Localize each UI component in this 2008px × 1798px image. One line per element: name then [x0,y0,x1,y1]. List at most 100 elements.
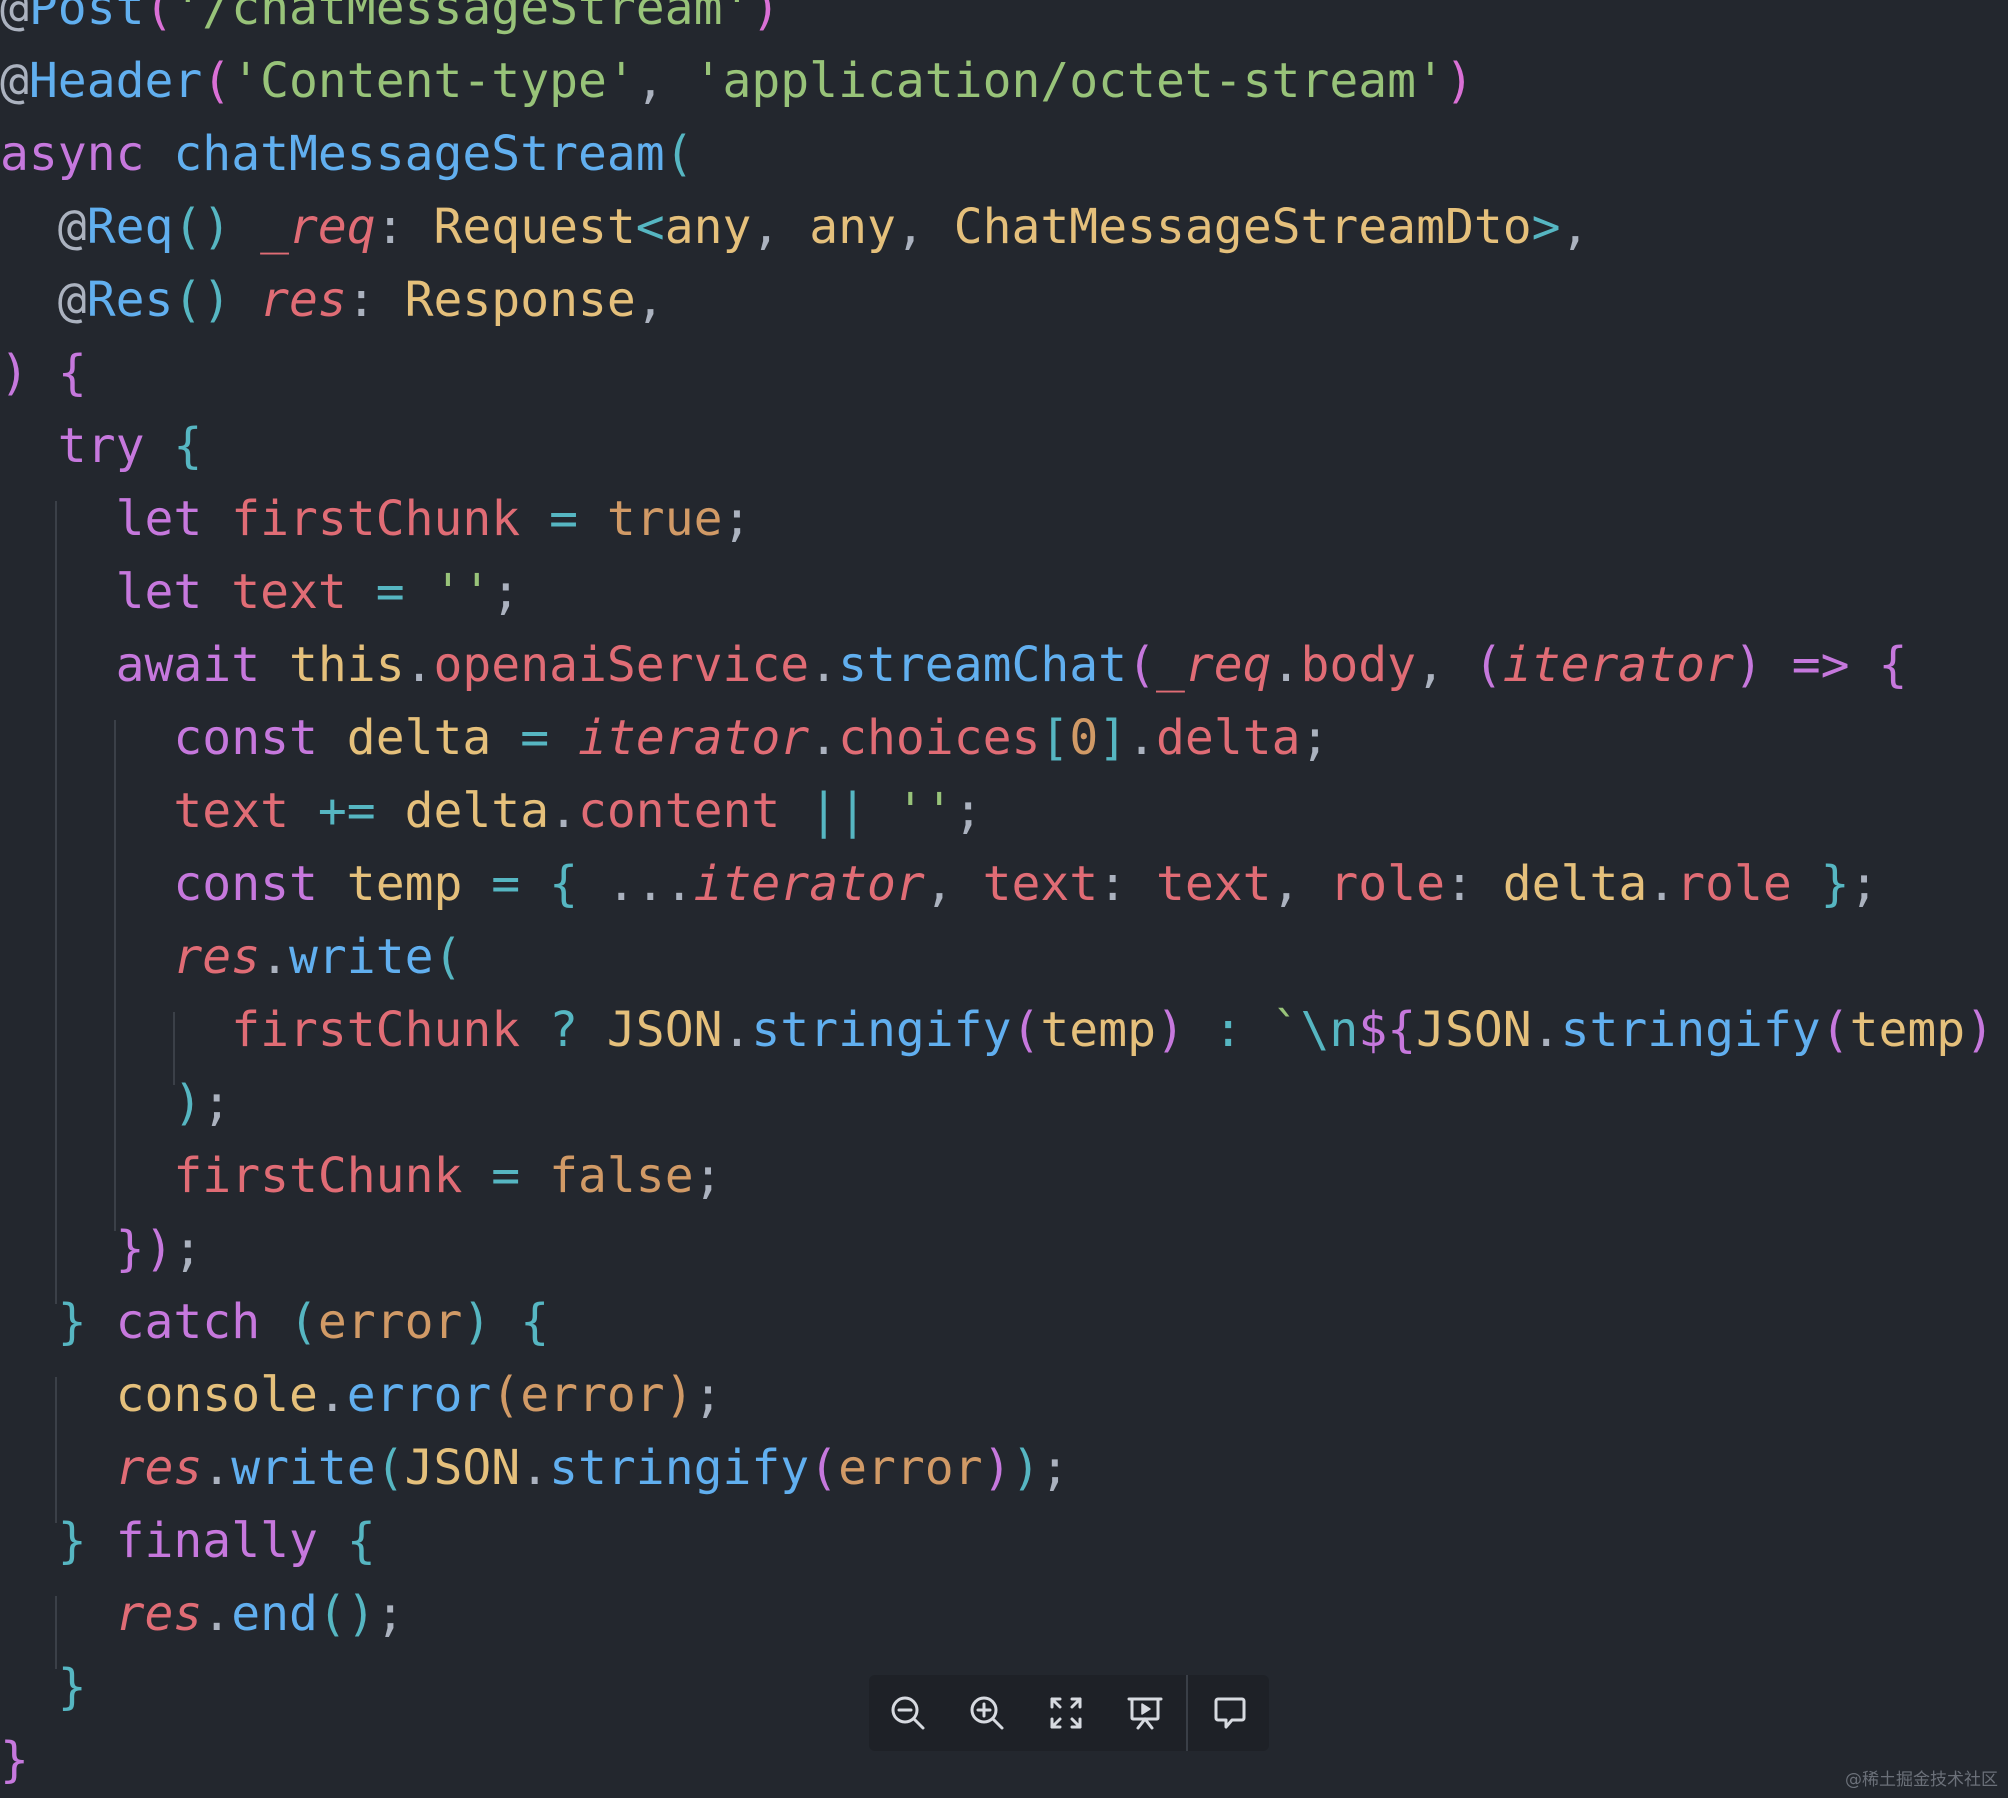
code-token: . [809,710,839,766]
code-token: Request [433,199,636,255]
code-token: temp [1849,1002,1966,1058]
code-line: @Post('/chatMessageStream') [0,0,780,45]
code-line: let firstChunk = true; [0,483,752,556]
zoom-in-button[interactable] [948,1675,1027,1751]
code-token: => [1791,637,1850,693]
code-token: ; [173,1221,203,1277]
code-token: delta [1156,710,1301,766]
code-token: ] [1098,710,1128,766]
code-token: text [173,783,289,839]
code-token: . [1271,637,1301,693]
code-token: } [57,1513,87,1569]
code-line: await this.openaiService.streamChat(_req… [0,629,1908,702]
code-token: . [260,929,289,985]
present-button[interactable] [1105,1675,1184,1751]
code-token: openaiService [433,637,810,693]
code-token: . [520,1440,550,1496]
code-token: ( [491,1367,521,1423]
code-token: await [115,637,261,693]
comment-button[interactable] [1190,1675,1269,1751]
code-token: 0 [1069,710,1099,766]
code-token: ) [664,1367,694,1423]
code-line: async chatMessageStream( [0,118,694,191]
code-line: let text = ''; [0,556,521,629]
code-token: this [289,637,405,693]
code-token: @ [57,199,87,255]
code-token: '' [895,783,954,839]
code-token: iterator [578,710,810,766]
code-token: ( [1473,637,1503,693]
code-token: ... [578,856,694,912]
code-token: ( [664,126,694,182]
code-token: , [1560,199,1590,255]
code-token: += [317,783,376,839]
code-token: ; [722,491,752,547]
code-token: stringify [751,1002,1012,1058]
code-token: '/chatMessageStream' [173,0,752,36]
code-token: ) [751,0,781,36]
zoom-out-button[interactable] [869,1675,948,1751]
code-token: { [520,1294,550,1350]
code-token: res [173,929,261,985]
code-token: ) [982,1440,1012,1496]
code-token: ) [173,1075,203,1131]
presentation-icon [1127,1697,1163,1730]
code-token: end [231,1586,318,1642]
code-token: { [57,345,87,401]
code-token: . [317,1367,347,1423]
code-token: , [1271,856,1330,912]
code-token: 'Content-type' [231,53,636,109]
code-token: write [289,929,434,985]
code-token: = [520,710,550,766]
code-token: let [115,491,203,547]
code-token: . [404,637,434,693]
code-token: async [0,126,145,182]
code-token: error [520,1367,665,1423]
code-token: iterator [1502,637,1734,693]
code-token: temp [1040,1002,1156,1058]
code-token: , [751,199,810,255]
code-token: Response [404,272,636,328]
code-line: res.write(JSON.stringify(error)); [0,1432,1070,1505]
code-token: { [346,1513,376,1569]
code-token: res [115,1586,203,1642]
code-token: { [173,418,203,474]
code-line: res.end(); [0,1578,405,1651]
code-token: : [1098,856,1156,912]
code-token: . [722,1002,752,1058]
code-token: ) [462,1294,492,1350]
code-token: ) [1965,1002,1995,1058]
code-token: res [260,272,347,328]
code-token: = [491,1148,521,1204]
code-token: delta [404,783,550,839]
code-token: . [1531,1002,1561,1058]
fit-screen-button[interactable] [1027,1675,1106,1751]
code-token: ( [809,1440,839,1496]
image-viewer-toolbar [869,1675,1269,1751]
code-line: } finally { [0,1505,376,1578]
code-token: Header [28,53,203,109]
code-token: ; [953,783,983,839]
